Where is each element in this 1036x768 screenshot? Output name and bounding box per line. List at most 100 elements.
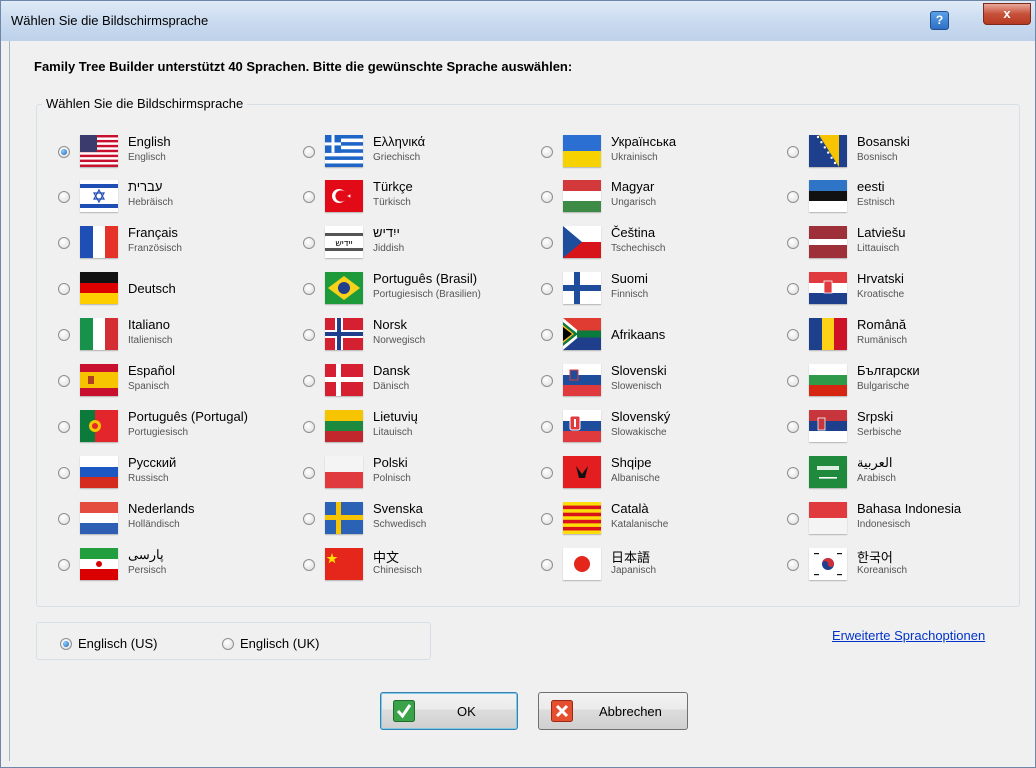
language-radio[interactable]: [58, 467, 70, 479]
cancel-button[interactable]: Abbrechen: [538, 692, 688, 730]
svg-text:יידיש: יידיש: [335, 239, 352, 249]
language-option[interactable]: Lietuvių Litauisch: [303, 409, 533, 451]
croatia-flag-icon: [809, 272, 847, 304]
language-radio[interactable]: [787, 559, 799, 571]
language-option[interactable]: Shqipe Albanische: [541, 455, 771, 497]
language-radio[interactable]: [541, 513, 553, 525]
language-radio[interactable]: [787, 146, 799, 158]
language-name: پارسی: [128, 547, 164, 562]
language-radio[interactable]: [787, 237, 799, 249]
language-option[interactable]: יידיש ייִדיש Jiddish: [303, 225, 533, 267]
language-radio[interactable]: [303, 283, 315, 295]
language-option[interactable]: Български Bulgarische: [787, 363, 1017, 405]
variant-uk-radio[interactable]: [222, 638, 234, 650]
language-radio[interactable]: [303, 421, 315, 433]
language-name: Русский: [128, 455, 177, 470]
language-radio[interactable]: [541, 191, 553, 203]
language-radio[interactable]: [303, 146, 315, 158]
close-button[interactable]: x: [983, 3, 1031, 25]
language-radio[interactable]: [541, 375, 553, 387]
language-name: Български: [857, 363, 920, 378]
language-radio[interactable]: [541, 467, 553, 479]
language-option[interactable]: Bahasa Indonesia Indonesisch: [787, 501, 1017, 543]
language-radio[interactable]: [303, 191, 315, 203]
language-radio[interactable]: [787, 191, 799, 203]
language-name: 日本語: [611, 550, 651, 565]
language-option[interactable]: eesti Estnisch: [787, 179, 1017, 221]
language-radio[interactable]: [58, 329, 70, 341]
ok-button[interactable]: OK: [380, 692, 518, 730]
language-option[interactable]: Hrvatski Kroatische: [787, 271, 1017, 313]
language-radio[interactable]: [58, 283, 70, 295]
language-option[interactable]: Ελληνικά Griechisch: [303, 134, 533, 176]
language-option[interactable]: پارسی Persisch: [58, 547, 288, 589]
language-option[interactable]: Slovenski Slowenisch: [541, 363, 771, 405]
language-radio[interactable]: [58, 191, 70, 203]
language-radio[interactable]: [58, 559, 70, 571]
help-button[interactable]: ?: [930, 11, 949, 30]
language-radio[interactable]: [541, 421, 553, 433]
language-option[interactable]: Slovenský Slowakische: [541, 409, 771, 451]
language-radio[interactable]: [303, 559, 315, 571]
language-name: Bahasa Indonesia: [857, 501, 962, 516]
language-option[interactable]: Português (Portugal) Portugiesisch: [58, 409, 288, 451]
language-radio[interactable]: [541, 146, 553, 158]
language-option[interactable]: Nederlands Holländisch: [58, 501, 288, 543]
language-option[interactable]: Svenska Schwedisch: [303, 501, 533, 543]
language-radio[interactable]: [58, 421, 70, 433]
language-radio[interactable]: [303, 513, 315, 525]
language-option[interactable]: Deutsch: [58, 271, 288, 313]
language-option[interactable]: עברית Hebräisch: [58, 179, 288, 221]
language-option[interactable]: Русский Russisch: [58, 455, 288, 497]
language-option[interactable]: Afrikaans: [541, 317, 771, 359]
language-option[interactable]: Français Französisch: [58, 225, 288, 267]
language-radio[interactable]: [787, 421, 799, 433]
language-radio[interactable]: [541, 559, 553, 571]
language-option[interactable]: Português (Brasil) Portugiesisch (Brasili…: [303, 271, 533, 313]
language-option[interactable]: Español Spanisch: [58, 363, 288, 405]
language-option[interactable]: Català Katalanische: [541, 501, 771, 543]
language-translation: Finnisch: [611, 289, 649, 300]
language-radio[interactable]: [58, 375, 70, 387]
language-name: Português (Portugal): [128, 409, 248, 424]
language-translation: Hebräisch: [128, 197, 174, 208]
language-option[interactable]: العربية Arabisch: [787, 455, 1017, 497]
language-radio[interactable]: [541, 283, 553, 295]
language-option[interactable]: Latviešu Littauisch: [787, 225, 1017, 267]
language-option[interactable]: 中文 Chinesisch: [303, 547, 533, 589]
language-radio[interactable]: [787, 283, 799, 295]
language-option[interactable]: Dansk Dänisch: [303, 363, 533, 405]
language-translation: Ungarisch: [611, 197, 657, 208]
language-radio[interactable]: [303, 237, 315, 249]
language-option[interactable]: Čeština Tschechisch: [541, 225, 771, 267]
language-radio[interactable]: [58, 146, 70, 158]
language-option[interactable]: Italiano Italienisch: [58, 317, 288, 359]
language-radio[interactable]: [58, 513, 70, 525]
language-name: Español: [128, 363, 175, 378]
language-option[interactable]: English Englisch: [58, 134, 288, 176]
language-radio[interactable]: [58, 237, 70, 249]
language-option[interactable]: 한국어 Koreanisch: [787, 547, 1017, 589]
language-radio[interactable]: [303, 329, 315, 341]
language-option[interactable]: Bosanski Bosnisch: [787, 134, 1017, 176]
language-radio[interactable]: [303, 375, 315, 387]
language-option[interactable]: Suomi Finnisch: [541, 271, 771, 313]
variant-us-radio[interactable]: [60, 638, 72, 650]
language-radio[interactable]: [541, 329, 553, 341]
language-radio[interactable]: [787, 467, 799, 479]
language-radio[interactable]: [541, 237, 553, 249]
language-translation: Serbische: [857, 427, 902, 438]
advanced-language-options-link[interactable]: Erweiterte Sprachoptionen: [832, 628, 985, 643]
language-option[interactable]: 日本語 Japanisch: [541, 547, 771, 589]
language-radio[interactable]: [787, 513, 799, 525]
language-option[interactable]: Magyar Ungarisch: [541, 179, 771, 221]
language-radio[interactable]: [787, 375, 799, 387]
language-option[interactable]: Srpski Serbische: [787, 409, 1017, 451]
language-option[interactable]: Română Rumänisch: [787, 317, 1017, 359]
language-option[interactable]: Polski Polnisch: [303, 455, 533, 497]
language-option[interactable]: Українська Ukrainisch: [541, 134, 771, 176]
language-radio[interactable]: [303, 467, 315, 479]
language-option[interactable]: Türkçe Türkisch: [303, 179, 533, 221]
language-option[interactable]: Norsk Norwegisch: [303, 317, 533, 359]
language-radio[interactable]: [787, 329, 799, 341]
